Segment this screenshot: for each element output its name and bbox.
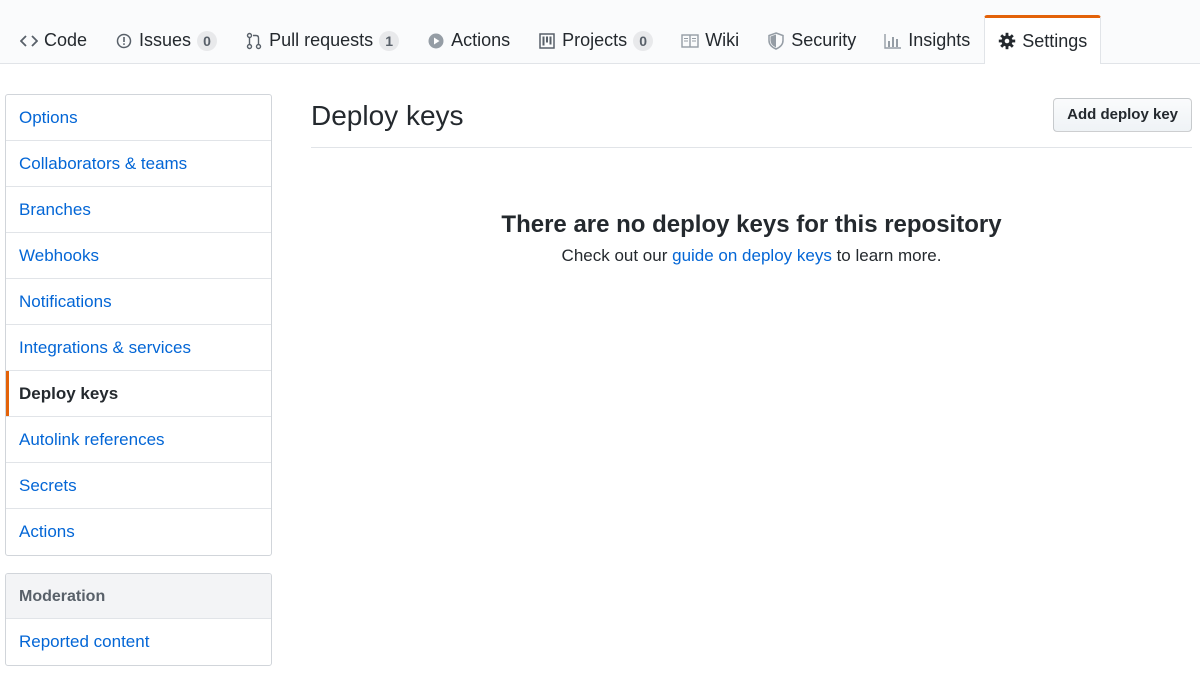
tab-label: Settings (1022, 30, 1088, 51)
sidebar-item-branches[interactable]: Branches (6, 187, 271, 233)
sidebar-item-secrets[interactable]: Secrets (6, 463, 271, 509)
tab-label: Security (791, 30, 857, 50)
page-title: Deploy keys (311, 100, 464, 131)
gear-icon (998, 32, 1016, 50)
tab-label: Wiki (705, 30, 740, 50)
issues-counter: 0 (197, 30, 218, 51)
empty-state-text-after: to learn more. (831, 246, 942, 265)
tab-label: Code (44, 30, 88, 50)
repo-tabs: Code Issues 0 Pull requests 1 Actions Pr… (6, 15, 1102, 64)
tab-code[interactable]: Code (6, 16, 101, 64)
graph-icon (884, 32, 902, 50)
tab-pull-requests[interactable]: Pull requests 1 (231, 16, 413, 64)
tab-wiki[interactable]: Wiki (667, 16, 753, 64)
tab-label: Projects (562, 30, 628, 50)
shield-icon (767, 31, 785, 50)
projects-counter: 0 (633, 30, 654, 51)
sidebar-item-collaborators-teams[interactable]: Collaborators & teams (6, 141, 271, 187)
settings-sidebar: Options Collaborators & teams Branches W… (5, 94, 272, 556)
tab-label: Insights (908, 30, 971, 50)
code-icon (20, 32, 38, 50)
project-icon (538, 32, 556, 50)
pull-requests-counter: 1 (379, 30, 400, 51)
empty-state-text-before: Check out our (561, 246, 673, 265)
empty-state-heading: There are no deploy keys for this reposi… (501, 211, 1002, 238)
subhead: Deploy keys Add deploy key (311, 94, 1192, 148)
deploy-keys-guide-link[interactable]: guide on deploy keys (672, 246, 832, 265)
sidebar-item-options[interactable]: Options (6, 95, 271, 141)
tab-insights[interactable]: Insights (870, 16, 984, 64)
sidebar-item-deploy-keys[interactable]: Deploy keys (6, 371, 271, 417)
add-deploy-key-button[interactable]: Add deploy key (1053, 98, 1192, 132)
moderation-heading: Moderation (6, 574, 271, 619)
tab-projects[interactable]: Projects 0 (524, 16, 667, 64)
sidebar-item-actions[interactable]: Actions (6, 509, 271, 555)
tab-actions[interactable]: Actions (413, 16, 524, 64)
sidebar-item-webhooks[interactable]: Webhooks (6, 233, 271, 279)
sidebar-item-reported-content[interactable]: Reported content (6, 619, 271, 665)
play-icon (427, 32, 445, 50)
issue-icon (115, 32, 133, 50)
book-icon (681, 32, 699, 50)
empty-state: There are no deploy keys for this reposi… (311, 208, 1192, 266)
tab-security[interactable]: Security (753, 16, 870, 64)
empty-state-text: Check out our guide on deploy keys to le… (311, 246, 1192, 266)
sidebar-item-integrations-services[interactable]: Integrations & services (6, 325, 271, 371)
tab-settings[interactable]: Settings (984, 15, 1102, 64)
sidebar-item-notifications[interactable]: Notifications (6, 279, 271, 325)
tab-label: Issues (139, 30, 192, 50)
tab-label: Pull requests (269, 30, 374, 50)
tab-label: Actions (451, 30, 511, 50)
sidebar-item-autolink-references[interactable]: Autolink references (6, 417, 271, 463)
repo-nav: Code Issues 0 Pull requests 1 Actions Pr… (0, 0, 1200, 64)
moderation-sidebar: Moderation Reported content (5, 573, 272, 666)
pull-request-icon (245, 32, 263, 50)
tab-issues[interactable]: Issues 0 (101, 16, 231, 64)
